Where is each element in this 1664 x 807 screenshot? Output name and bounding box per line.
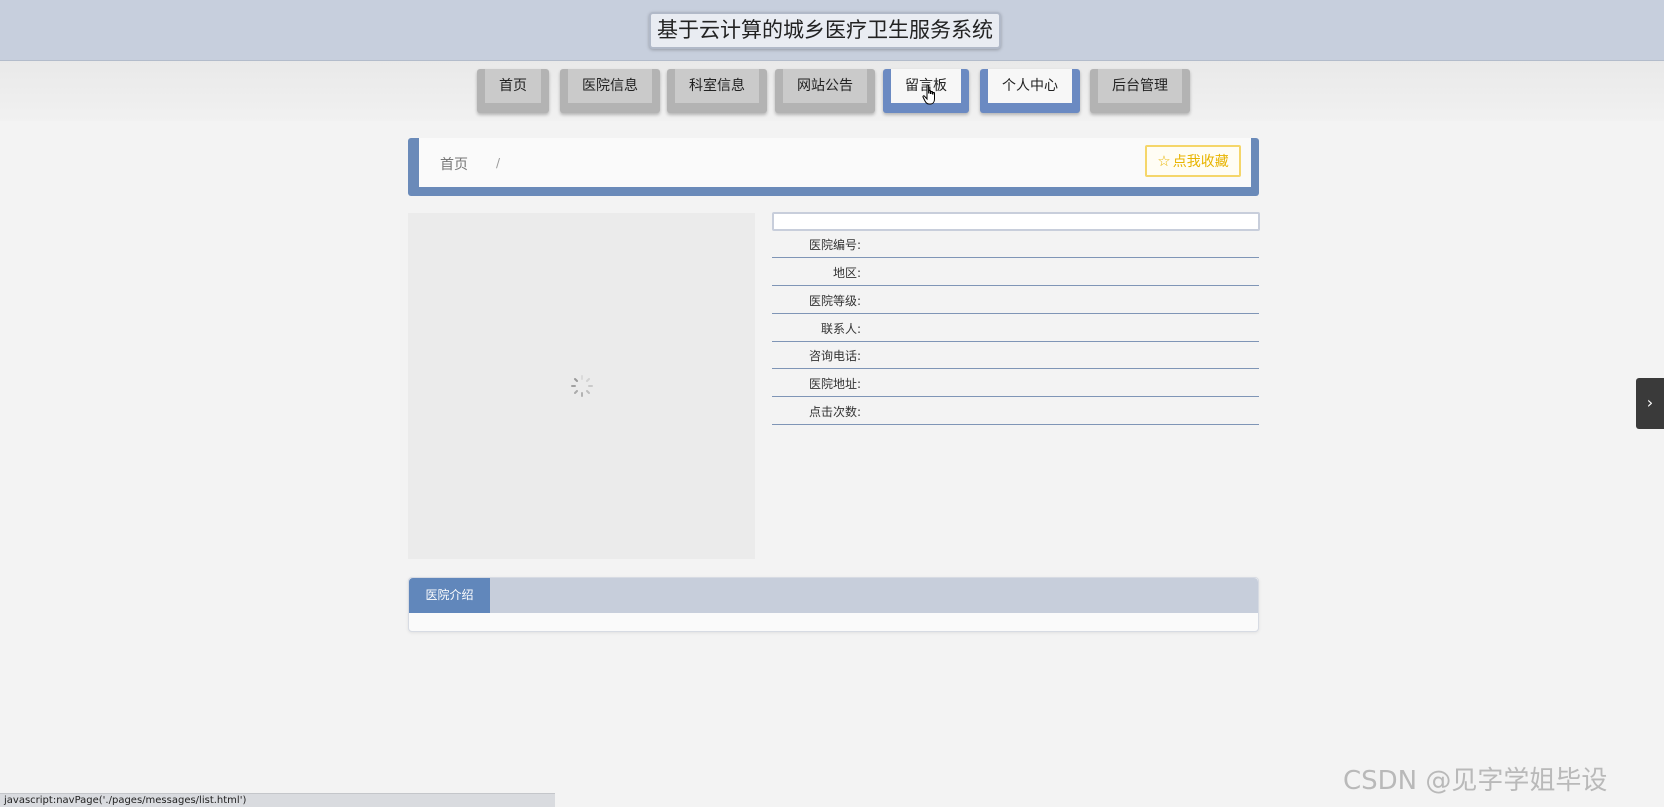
watermark: CSDN @见字学姐毕设 — [1343, 766, 1608, 796]
nav-item-user-center[interactable]: 个人中心 — [980, 69, 1080, 113]
info-label: 咨询电话: — [808, 349, 861, 363]
info-row-click-count: 点击次数: — [772, 397, 1259, 425]
info-label: 点击次数: — [808, 405, 861, 419]
chevron-right-icon: › — [1646, 393, 1654, 412]
info-label: 联系人: — [820, 322, 861, 336]
tab-hospital-intro[interactable]: 医院介绍 — [409, 578, 490, 613]
nav-item-home[interactable]: 首页 — [477, 69, 549, 113]
info-row-contact: 联系人: — [772, 314, 1259, 342]
breadcrumb-panel: 首页 / ☆ 点我收藏 — [408, 138, 1259, 196]
info-label: 医院编号: — [808, 238, 861, 252]
browser-status-bar: javascript:navPage('./pages/messages/lis… — [0, 793, 555, 807]
info-label: 医院地址: — [808, 377, 861, 391]
breadcrumb-separator: / — [496, 156, 501, 170]
nav-item-label: 后台管理 — [1098, 69, 1182, 103]
info-row-hospital-id: 医院编号: — [772, 230, 1259, 258]
nav-item-announcements[interactable]: 网站公告 — [775, 69, 875, 113]
nav-item-label: 网站公告 — [783, 69, 867, 103]
hospital-name-field — [772, 212, 1260, 231]
info-row-address: 医院地址: — [772, 369, 1259, 397]
intro-tab-bar: 医院介绍 — [409, 578, 1258, 613]
star-icon: ☆ — [1157, 152, 1171, 170]
top-header: 基于云计算的城乡医疗卫生服务系统 — [0, 0, 1664, 61]
nav-item-label: 科室信息 — [675, 69, 759, 103]
favorite-button[interactable]: ☆ 点我收藏 — [1145, 145, 1241, 177]
breadcrumb-home-link[interactable]: 首页 — [440, 154, 468, 174]
breadcrumb: 首页 / ☆ 点我收藏 — [419, 138, 1251, 187]
hospital-intro-panel: 医院介绍 — [408, 577, 1259, 632]
info-row-hospital-level: 医院等级: — [772, 286, 1259, 314]
main-nav: 首页 医院信息 科室信息 网站公告 留言板 个人中心 后台管理 — [0, 61, 1664, 121]
nav-item-admin[interactable]: 后台管理 — [1090, 69, 1190, 113]
info-row-region: 地区: — [772, 258, 1259, 286]
loading-spinner-icon — [571, 375, 593, 397]
favorite-button-label: 点我收藏 — [1172, 154, 1229, 170]
nav-item-label: 首页 — [485, 69, 541, 103]
info-label: 医院等级: — [808, 294, 861, 308]
info-label: 地区: — [832, 266, 861, 280]
hand-cursor-icon — [922, 84, 935, 105]
nav-item-label: 医院信息 — [568, 69, 652, 103]
nav-item-hospital-info[interactable]: 医院信息 — [560, 69, 660, 113]
site-title: 基于云计算的城乡医疗卫生服务系统 — [649, 12, 1001, 49]
info-row-phone: 咨询电话: — [772, 341, 1259, 369]
side-toggle-button[interactable]: › — [1636, 378, 1664, 429]
nav-item-label: 个人中心 — [988, 69, 1072, 103]
hospital-image — [408, 213, 755, 559]
nav-item-department-info[interactable]: 科室信息 — [667, 69, 767, 113]
